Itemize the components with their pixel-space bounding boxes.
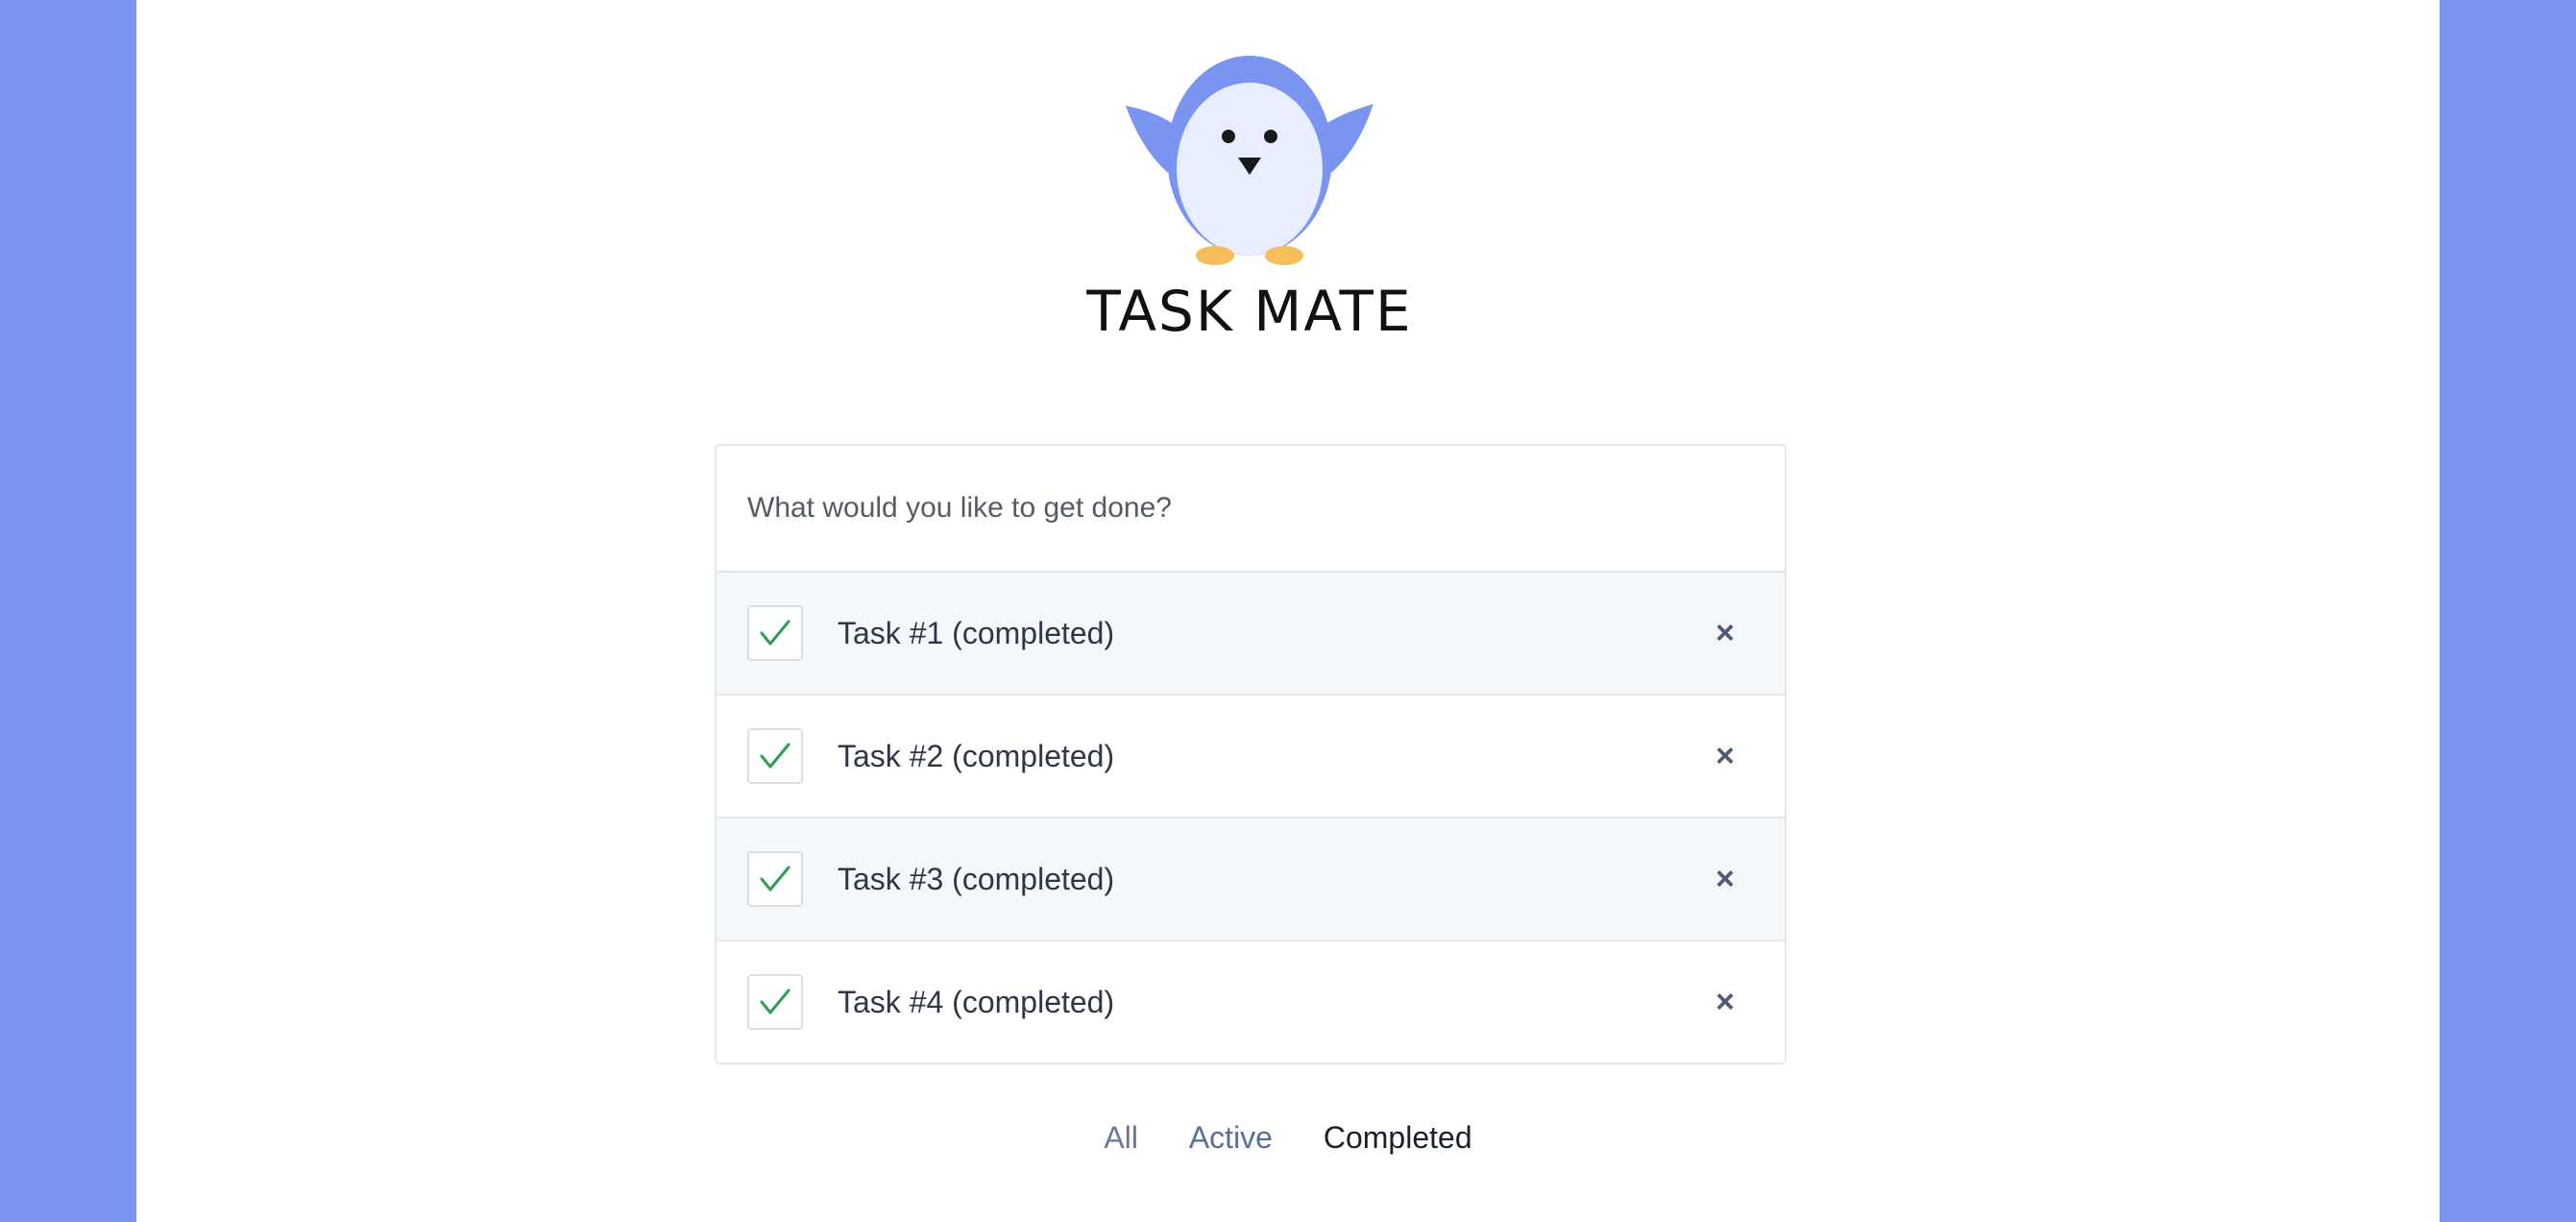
close-icon: × bbox=[1715, 983, 1735, 1020]
close-icon: × bbox=[1715, 860, 1735, 897]
filter-active[interactable]: Active bbox=[1189, 1120, 1273, 1156]
penguin-left-wing bbox=[1126, 106, 1172, 173]
close-icon: × bbox=[1715, 737, 1735, 774]
task-checkbox[interactable] bbox=[747, 974, 803, 1030]
delete-task-button[interactable]: × bbox=[1708, 614, 1742, 651]
penguin-icon bbox=[1126, 56, 1373, 265]
task-row: Task #2 (completed) × bbox=[717, 696, 1785, 819]
new-task-row bbox=[717, 446, 1785, 573]
filter-completed[interactable]: Completed bbox=[1324, 1120, 1472, 1156]
task-label: Task #3 (completed) bbox=[838, 861, 1115, 896]
check-icon bbox=[760, 989, 790, 1014]
penguin-right-eye bbox=[1264, 130, 1277, 143]
task-filters: All Active Completed bbox=[0, 1120, 2576, 1156]
delete-task-button[interactable]: × bbox=[1708, 737, 1742, 774]
penguin-left-eye bbox=[1222, 130, 1235, 143]
penguin-right-foot bbox=[1265, 246, 1303, 265]
task-row: Task #1 (completed) × bbox=[717, 573, 1785, 696]
check-icon bbox=[760, 620, 790, 646]
new-task-input[interactable] bbox=[717, 446, 1785, 571]
task-checkbox[interactable] bbox=[747, 851, 803, 907]
task-label: Task #1 (completed) bbox=[838, 615, 1115, 650]
task-checkbox[interactable] bbox=[747, 605, 803, 661]
delete-task-button[interactable]: × bbox=[1708, 860, 1742, 897]
todo-list-card: Task #1 (completed) × Task #2 (completed… bbox=[715, 444, 1786, 1064]
penguin-right-wing bbox=[1327, 104, 1373, 173]
filter-all[interactable]: All bbox=[1104, 1120, 1138, 1156]
close-icon: × bbox=[1715, 614, 1735, 651]
penguin-left-foot bbox=[1196, 246, 1234, 265]
task-label: Task #4 (completed) bbox=[838, 984, 1115, 1019]
app-title: TASK MATE bbox=[1086, 279, 1413, 344]
task-row: Task #3 (completed) × bbox=[717, 819, 1785, 941]
task-checkbox[interactable] bbox=[747, 728, 803, 784]
task-label: Task #2 (completed) bbox=[838, 738, 1115, 773]
check-icon bbox=[760, 866, 790, 892]
task-row: Task #4 (completed) × bbox=[717, 941, 1785, 1063]
delete-task-button[interactable]: × bbox=[1708, 983, 1742, 1020]
check-icon bbox=[760, 743, 790, 769]
